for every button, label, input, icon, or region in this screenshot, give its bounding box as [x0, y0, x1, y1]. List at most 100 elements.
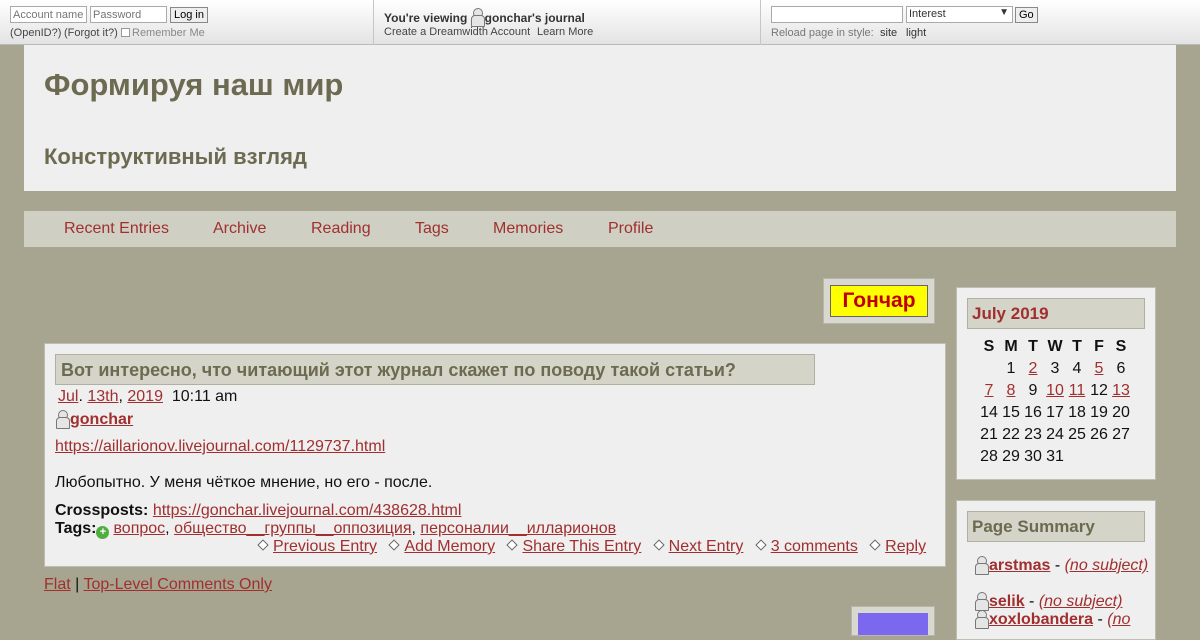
tag-link[interactable]: общество__группы__оппозиция [174, 520, 411, 537]
previous-entry-icon[interactable] [257, 539, 269, 551]
calendar-day-link[interactable]: 11 [1066, 382, 1088, 400]
summary-user-link[interactable]: selik [989, 593, 1025, 610]
checkbox-icon[interactable] [121, 28, 130, 37]
summary-subject-link[interactable]: (no subject) [1065, 557, 1149, 574]
viewing-info: You're viewing gonchar's journal [384, 8, 585, 27]
chevron-down-icon: ▼ [999, 7, 1009, 18]
remember-me-checkbox[interactable]: Remember Me [121, 27, 205, 39]
entry-link[interactable]: https://aillarionov.livejournal.com/1129… [55, 438, 385, 456]
calendar-day: 24 [1046, 426, 1064, 443]
calendar-day-link[interactable]: 2 [1022, 360, 1044, 378]
next-entry-icon[interactable] [652, 539, 665, 551]
viewing-section: You're viewing gonchar's journal Create … [374, 0, 761, 45]
journal-subtitle: Конструктивный взгляд [44, 144, 307, 169]
summary-item: xoxlobandera - (no [975, 610, 1130, 629]
calendar-day: 22 [1002, 426, 1020, 443]
summary-item: arstmas - (no subject) [975, 556, 1148, 575]
share-icon[interactable] [506, 539, 519, 551]
journal-navigation: Recent Entries Archive Reading Tags Memo… [24, 211, 1176, 247]
login-section: Log in (OpenID?) (Forgot it?) Remember M… [0, 0, 374, 45]
search-input[interactable] [771, 6, 903, 23]
nav-reading[interactable]: Reading [311, 220, 371, 238]
user-icon[interactable] [975, 610, 989, 629]
learn-more-link[interactable]: Learn More [537, 26, 593, 38]
calendar-day: 15 [1002, 404, 1020, 421]
search-type-select[interactable]: Interest ▼ [906, 6, 1013, 23]
calendar-day: 20 [1112, 404, 1130, 421]
add-memory-icon[interactable] [388, 539, 401, 551]
summary-user-link[interactable]: arstmas [989, 557, 1050, 574]
account-name-input[interactable] [10, 6, 87, 23]
entry-author-link[interactable]: gonchar [70, 411, 133, 428]
create-account-link[interactable]: Create a Dreamwidth Account [384, 26, 530, 38]
entry-tags: Tags: + вопрос, общество__группы__оппозици… [55, 520, 617, 539]
add-tag-icon[interactable]: + [96, 526, 110, 539]
user-icon[interactable] [975, 556, 989, 575]
user-icon[interactable] [975, 592, 989, 611]
user-icon[interactable] [470, 8, 485, 27]
top-level-comments-link[interactable]: Top-Level Comments Only [83, 576, 272, 593]
page-summary-module: Page Summary arstmas - (no subject) seli… [956, 500, 1156, 640]
entry-date-day-link[interactable]: 13th [87, 388, 118, 405]
calendar-weekday: S [983, 338, 995, 355]
tag-link[interactable]: вопрос [113, 520, 165, 537]
userpic-frame: Гончар [823, 278, 935, 324]
calendar-day-link[interactable]: 7 [978, 382, 1000, 400]
entry-crossposts: Crossposts: https://gonchar.livejournal.… [55, 502, 461, 520]
previous-entry-link[interactable]: Previous Entry [273, 538, 377, 555]
calendar-title[interactable]: July 2019 [972, 304, 1049, 324]
page-summary-header: Page Summary [967, 511, 1145, 542]
calendar-day-link[interactable]: 13 [1110, 382, 1132, 400]
next-entry-link[interactable]: Next Entry [669, 538, 744, 555]
reply-icon[interactable] [869, 539, 881, 551]
entry-title-box: Вот интересно, что читающий этот журнал … [55, 354, 815, 385]
search-section: Interest ▼ Go Reload page in style: site… [761, 0, 1200, 45]
calendar-day-link[interactable]: 10 [1044, 382, 1066, 400]
summary-subject-link[interactable]: (no [1107, 611, 1130, 628]
nav-archive[interactable]: Archive [213, 220, 266, 238]
tag-link[interactable]: персоналии__илларионов [420, 520, 616, 537]
userpic[interactable]: Гончар [830, 285, 928, 317]
summary-subject-link[interactable]: (no subject) [1039, 593, 1123, 610]
nav-tags[interactable]: Tags [415, 220, 449, 238]
add-memory-link[interactable]: Add Memory [404, 538, 495, 555]
reply-link[interactable]: Reply [885, 538, 926, 555]
login-button[interactable]: Log in [170, 7, 208, 23]
openid-link[interactable]: (OpenID?) [10, 27, 61, 39]
nav-profile[interactable]: Profile [608, 220, 653, 238]
user-icon[interactable] [56, 410, 70, 429]
summary-item: selik - (no subject) [975, 592, 1122, 611]
calendar-day-link[interactable]: 8 [1000, 382, 1022, 400]
forgot-password-link[interactable]: (Forgot it?) [64, 27, 118, 39]
calendar-day: 28 [980, 448, 998, 465]
nav-recent-entries[interactable]: Recent Entries [64, 220, 169, 238]
style-site-link[interactable]: site [880, 27, 897, 39]
search-type-value: Interest [909, 8, 946, 20]
search-go-button[interactable]: Go [1015, 7, 1038, 23]
comments-icon[interactable] [755, 539, 767, 551]
calendar-weekday: T [1072, 338, 1082, 355]
password-input[interactable] [90, 6, 167, 23]
crossposts-label: Crossposts: [55, 502, 149, 519]
calendar-day-link[interactable]: 5 [1088, 360, 1110, 378]
entry-body: Любопытно. У меня чёткое мнение, но его … [55, 474, 433, 491]
share-entry-link[interactable]: Share This Entry [522, 538, 641, 555]
crossposts-link[interactable]: https://gonchar.livejournal.com/438628.h… [153, 502, 462, 519]
calendar-day: 29 [1002, 448, 1020, 465]
calendar-day: 9 [1028, 382, 1038, 399]
summary-user-link[interactable]: xoxlobandera [989, 611, 1093, 628]
entry-datetime: Jul. 13th, 2019 10:11 am [58, 388, 238, 405]
style-light-link[interactable]: light [906, 27, 926, 39]
calendar-day: 4 [1072, 360, 1082, 377]
comment-userpic[interactable] [858, 613, 928, 635]
flat-view-link[interactable]: Flat [44, 576, 71, 593]
comments-link[interactable]: 3 comments [771, 538, 858, 555]
calendar-day: 6 [1116, 360, 1126, 377]
nav-memories[interactable]: Memories [493, 220, 563, 238]
entry-date-month-link[interactable]: Jul [58, 388, 78, 405]
calendar-day: 31 [1046, 448, 1064, 465]
entry-title: Вот интересно, что читающий этот журнал … [61, 360, 736, 380]
entry-date-year-link[interactable]: 2019 [127, 388, 163, 405]
viewing-journal-link[interactable]: gonchar's journal [485, 11, 585, 25]
calendar-day: 30 [1024, 448, 1042, 465]
